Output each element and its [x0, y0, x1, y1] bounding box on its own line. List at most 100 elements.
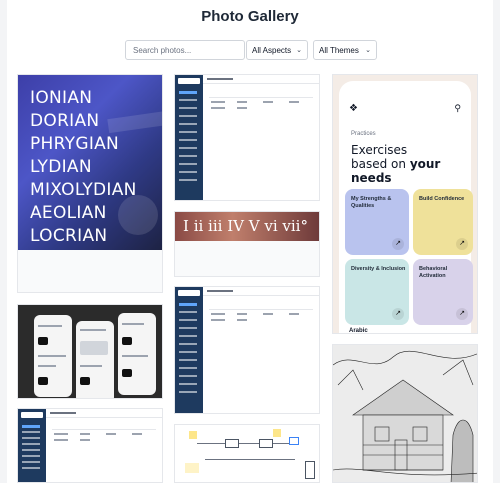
nav-line: [179, 375, 197, 377]
nav-line: [179, 171, 197, 173]
mock-line: [80, 439, 90, 441]
dashboard-main: [46, 409, 162, 482]
mode-label: LYDIAN: [30, 157, 92, 177]
flow-box: [305, 461, 315, 479]
headline-line1: Exercises: [351, 143, 408, 157]
dashboard-topbar: [203, 287, 319, 296]
exercise-tile[interactable]: Behavioral Activation ↗: [413, 259, 473, 325]
nav-line: [179, 319, 197, 321]
nav-line: [179, 383, 197, 385]
arrow-up-right-icon: ↗: [456, 308, 468, 320]
nav-line: [179, 155, 197, 157]
mock-line: [80, 433, 90, 435]
mock-line: [211, 319, 225, 321]
gallery-panel: Photo Gallery All Aspects ⌄ All Themes ⌄…: [7, 0, 493, 483]
nav-line: [179, 99, 197, 101]
sticky-note: [189, 431, 197, 439]
flow-line: [239, 443, 259, 444]
exercise-tile[interactable]: My Strengths & Qualities ↗: [345, 189, 409, 255]
exercise-tile[interactable]: Diversity & Inclusion ↗: [345, 259, 409, 325]
tile-label: Behavioral Activation: [419, 266, 448, 279]
photo-card[interactable]: [17, 304, 163, 399]
mock-line: [209, 97, 313, 98]
nav-line: [22, 461, 40, 463]
dashboard-topbar: [203, 75, 319, 84]
mock-line: [122, 323, 144, 325]
mock-line: [122, 355, 148, 357]
nav-line: [179, 115, 197, 117]
nav-line: [179, 343, 197, 345]
search-input[interactable]: [125, 40, 245, 60]
flow-line: [205, 459, 295, 460]
phone-mockup: ❖ ⚲ Practices Exercises based on your ne…: [339, 81, 473, 334]
mock-line: [132, 433, 142, 435]
mode-label: PHRYGIAN: [30, 134, 120, 154]
flow-box: [289, 437, 299, 445]
nav-line: [179, 391, 197, 393]
theme-select[interactable]: All Themes ⌄: [313, 40, 377, 60]
page: Photo Gallery All Aspects ⌄ All Themes ⌄…: [0, 0, 500, 483]
nav-line: [179, 147, 197, 149]
photo-card[interactable]: I ii iii IV V vi vii°: [174, 211, 320, 277]
nav-line: [179, 179, 197, 181]
logo: [178, 290, 200, 296]
flow-box: [259, 439, 273, 448]
sticky-note: [185, 463, 199, 473]
mock-line: [38, 355, 66, 357]
dashboard-topbar: [46, 409, 162, 418]
nav-line: [179, 311, 197, 313]
photo-card[interactable]: ❖ ⚲ Practices Exercises based on your ne…: [332, 74, 478, 334]
arrow-up-right-icon: ↗: [456, 238, 468, 250]
mock-line: [54, 439, 68, 441]
mock-line: [237, 101, 247, 103]
dashboard-sidebar: [175, 75, 203, 200]
photo-card[interactable]: [174, 286, 320, 414]
nav-line: [179, 335, 197, 337]
arrow-up-right-icon: ↗: [392, 238, 404, 250]
nav-line: [22, 437, 40, 439]
filter-bar: All Aspects ⌄ All Themes ⌄: [7, 40, 493, 60]
arrow-up-right-icon: ↗: [392, 308, 404, 320]
house-sketch-image: [333, 345, 477, 482]
photo-meta: [175, 241, 319, 276]
nav-line: [22, 443, 40, 445]
phone-mockup: [34, 315, 72, 397]
photo-meta: [18, 250, 162, 292]
nav-line: [179, 139, 197, 141]
nav-line: [179, 367, 197, 369]
mock-line: [207, 78, 233, 80]
aspect-select[interactable]: All Aspects ⌄: [246, 40, 308, 60]
mock-line: [80, 365, 102, 367]
logo: [178, 78, 200, 84]
mock-line: [50, 412, 76, 414]
photo-card[interactable]: [332, 344, 478, 483]
mock-line: [289, 313, 299, 315]
mock-block: [38, 337, 48, 345]
photo-card[interactable]: [174, 424, 320, 483]
chevron-down-icon: ⌄: [296, 47, 302, 54]
photo-card[interactable]: [17, 408, 163, 483]
mock-line: [207, 290, 233, 292]
nav-line: [179, 91, 197, 94]
photo-card[interactable]: IONIAN DORIAN PHRYGIAN LYDIAN MIXOLYDIAN…: [17, 74, 163, 293]
headline-bold: needs: [351, 171, 392, 185]
mock-line: [54, 433, 68, 435]
mock-block: [38, 377, 48, 385]
mock-line: [106, 433, 116, 435]
tile-footer: Arabic: [349, 328, 368, 334]
mock-line: [52, 429, 156, 430]
nav-line: [179, 131, 197, 133]
exercise-tile[interactable]: Build Confidence ↗: [413, 189, 473, 255]
photo-card[interactable]: [174, 74, 320, 201]
nav-line: [22, 467, 40, 469]
theme-select-value: All Themes: [319, 45, 359, 55]
mock-line: [80, 329, 106, 331]
chords-text: I ii iii IV V vi vii°: [183, 217, 308, 235]
mock-line: [263, 313, 273, 315]
mock-line: [38, 325, 62, 327]
dashboard-main: [203, 287, 319, 413]
mock-block: [80, 377, 90, 385]
photo-thumbnail: IONIAN DORIAN PHRYGIAN LYDIAN MIXOLYDIAN…: [18, 75, 162, 252]
mode-label: IONIAN: [30, 88, 93, 108]
flow-box: [225, 439, 239, 448]
